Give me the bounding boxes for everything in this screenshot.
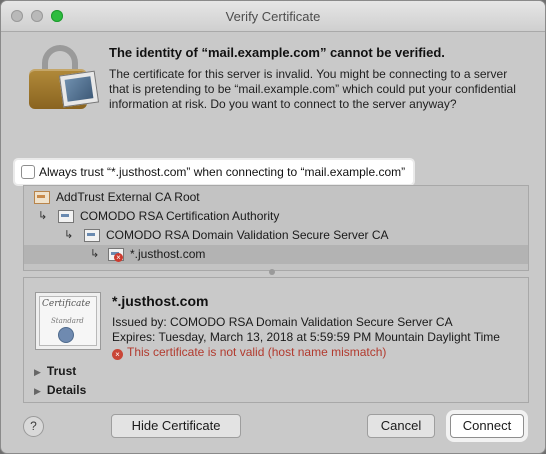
certificate-word: Certificate (42, 299, 91, 309)
trust-label: Trust (46, 364, 77, 378)
certificate-details: Certificate Standard *.justhost.com Issu… (23, 277, 529, 403)
certificate-chain-tree: AddTrust External CA Root ↳ COMODO RSA C… (23, 185, 529, 271)
cancel-button[interactable]: Cancel (367, 414, 435, 438)
chain-item-label: COMODO RSA Certification Authority (80, 209, 280, 223)
hierarchy-arrow-icon: ↳ (90, 248, 100, 260)
verify-certificate-dialog: Verify Certificate The identity of “mail… (1, 1, 545, 453)
window-title: Verify Certificate (225, 9, 321, 24)
chain-item-leaf[interactable]: ↳ × *.justhost.com (24, 245, 528, 264)
certificate-subword: Standard (51, 317, 84, 325)
chain-item-label: COMODO RSA Domain Validation Secure Serv… (106, 228, 389, 242)
always-trust-option[interactable]: Always trust “*.justhost.com” when conne… (15, 160, 413, 184)
chain-item-root[interactable]: AddTrust External CA Root (24, 188, 528, 207)
chain-item-label: AddTrust External CA Root (56, 190, 200, 204)
certificate-error: × This certificate is not valid (host nam… (112, 345, 386, 360)
error-icon: × (112, 349, 123, 360)
details-label: Details (46, 383, 87, 397)
details-disclosure[interactable]: ▶ Details (34, 383, 86, 397)
issued-by: Issued by: COMODO RSA Domain Validation … (112, 315, 453, 329)
disclosure-triangle-icon: ▶ (34, 386, 41, 396)
help-button[interactable]: ? (23, 416, 44, 437)
certificate-image-icon: Certificate Standard (35, 292, 101, 350)
connect-button[interactable]: Connect (450, 414, 524, 438)
message-body: The certificate for this server is inval… (109, 67, 516, 111)
certificate-icon (84, 229, 100, 242)
certificate-icon (58, 210, 74, 223)
message-title: The identity of “mail.example.com” canno… (109, 45, 445, 60)
always-trust-label: Always trust “*.justhost.com” when conne… (39, 165, 406, 179)
error-badge-icon: × (114, 253, 123, 262)
hierarchy-arrow-icon: ↳ (38, 210, 48, 222)
chain-item-label: *.justhost.com (130, 247, 206, 261)
trust-disclosure[interactable]: ▶ Trust (34, 364, 76, 378)
hide-certificate-button[interactable]: Hide Certificate (111, 414, 241, 438)
chain-item-intermediate[interactable]: ↳ COMODO RSA Certification Authority (24, 207, 528, 226)
expires: Expires: Tuesday, March 13, 2018 at 5:59… (112, 330, 500, 344)
certificate-name: *.justhost.com (112, 293, 209, 309)
disclosure-triangle-icon: ▶ (34, 367, 41, 377)
chain-item-issuer[interactable]: ↳ COMODO RSA Domain Validation Secure Se… (24, 226, 528, 245)
hierarchy-arrow-icon: ↳ (64, 229, 74, 241)
error-text: This certificate is not valid (host name… (127, 345, 387, 359)
padlock-certificate-icon (29, 45, 100, 109)
always-trust-checkbox[interactable] (21, 165, 35, 179)
certificate-icon (34, 191, 50, 204)
title-bar: Verify Certificate (1, 1, 545, 32)
splitter-handle[interactable] (269, 269, 275, 275)
